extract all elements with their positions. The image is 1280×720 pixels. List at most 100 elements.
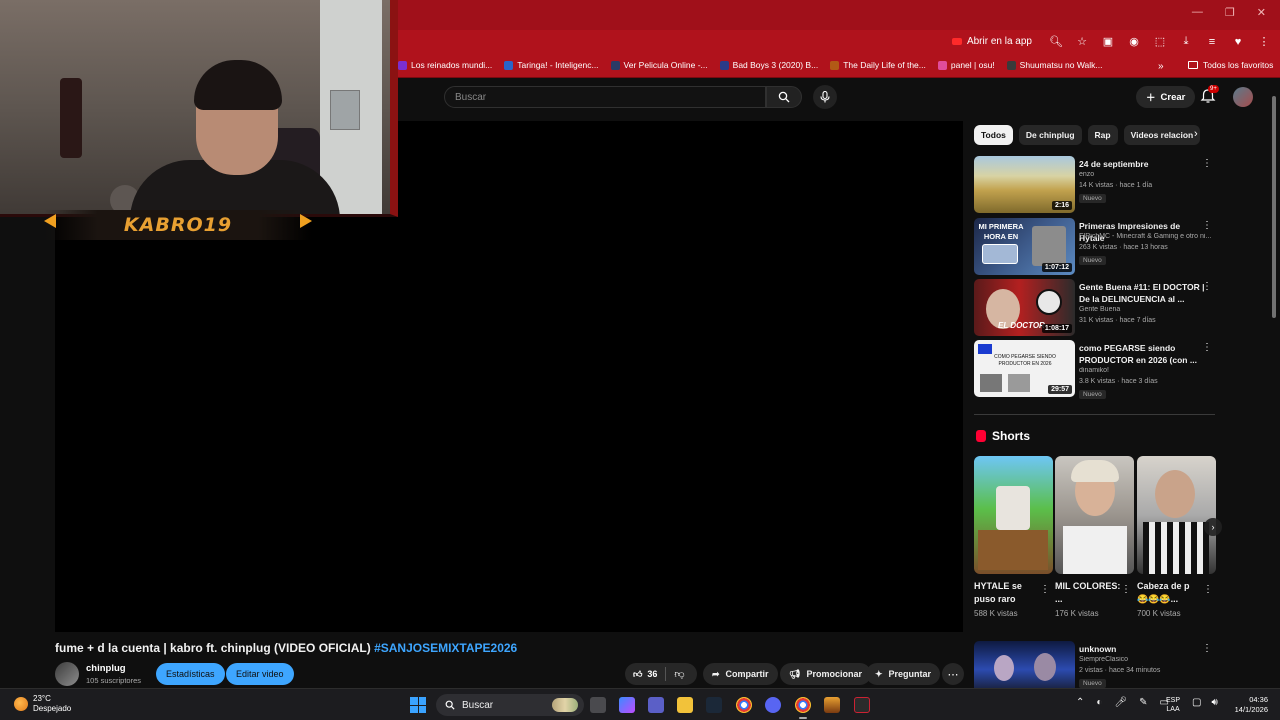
minimize-button[interactable]: — [1192,6,1203,19]
bookmark-item[interactable]: Bad Boys 3 (2020) B... [719,60,818,70]
extension-shield-icon[interactable]: ◉ [1126,34,1142,50]
more-vertical-icon[interactable]: ⋮ [1202,220,1212,231]
chips-next-icon[interactable]: › [1194,128,1198,140]
more-vertical-icon[interactable]: ⋮ [1202,281,1212,292]
more-vertical-icon[interactable]: ⋮ [1203,584,1213,595]
more-actions-button[interactable]: ⋯ [942,663,964,685]
shorts-next-button[interactable]: › [1204,518,1222,536]
bookmark-item[interactable]: The Daily Life of the... [830,60,926,70]
chrome-icon[interactable] [736,697,752,713]
like-button[interactable]: 👍︎ 36 [625,667,667,681]
discord-icon[interactable] [765,697,781,713]
video-thumbnail[interactable]: MI PRIMERA HORA EN 1:07:12 [974,218,1075,275]
copilot-icon[interactable] [619,697,635,713]
chip-3[interactable]: Videos relacion [1123,125,1201,145]
short-title[interactable]: Cabeza de p 😂😂😂... [1137,580,1203,606]
chip-2[interactable]: Rap [1087,125,1118,145]
more-vertical-icon[interactable]: ⋮ [1202,342,1212,353]
task-view-icon[interactable] [590,697,606,713]
more-bookmarks-icon[interactable]: » [1158,61,1164,72]
game-launcher-icon[interactable] [824,697,840,713]
short-thumbnail[interactable] [1137,456,1216,574]
rec-title[interactable]: Gente Buena #11: El DOCTOR | De la DELIN… [1079,281,1207,305]
bookmark-item[interactable]: Taringa! - Inteligenc... [504,60,599,70]
create-button[interactable]: ＋ Crear [1136,86,1196,108]
tray-pen-icon[interactable]: ✎ [1139,697,1147,708]
account-avatar[interactable] [1233,87,1253,107]
video-thumbnail[interactable]: 2:16 [974,156,1075,213]
video-hashtag[interactable]: #SANJOSEMIXTAPE2026 [374,641,517,655]
voice-search-button[interactable] [813,85,837,109]
tray-mic-icon[interactable]: 🎤︎ [1114,697,1127,708]
rec-title[interactable]: Primeras Impresiones de Hytale [1079,220,1207,244]
profile-shield-icon[interactable]: ♥ [1230,34,1246,50]
promote-button[interactable]: 📢︎ Promocionar [780,663,871,685]
obs-icon[interactable] [854,697,870,713]
dislike-button[interactable]: 👎︎ [666,668,684,680]
recommendation-item[interactable]: MI PRIMERA HORA EN 1:07:12 Primeras Impr… [974,218,1216,276]
bookmark-star-icon[interactable]: ☆ [1074,34,1090,50]
weather-widget[interactable]: 23°C Despejado [14,694,71,714]
rec-title[interactable]: unknown [1079,643,1207,655]
extensions-puzzle-icon[interactable]: ⬚ [1152,34,1168,50]
browser-menu-icon[interactable]: ⋮ [1256,34,1272,50]
chip-1[interactable]: De chinplug [1018,125,1082,145]
video-thumbnail[interactable] [974,641,1075,688]
video-thumbnail[interactable]: EL DOCTOR 1:08:17 [974,279,1075,336]
recommendation-item[interactable]: 2:16 24 de septiembre enzo 14 K vistas ·… [974,156,1216,214]
bookmark-item[interactable]: Ver Pelicula Online -... [610,60,708,70]
all-bookmarks-button[interactable]: Todos los favoritos [1188,60,1273,70]
bookmark-item[interactable]: Shuumatsu no Walk... [1006,60,1103,70]
rec-channel[interactable]: SiempreClasico [1079,656,1214,663]
recommendation-item[interactable]: COMO PEGARSE SIENDO PRODUCTOR EN 2026 29… [974,340,1216,399]
search-input[interactable]: Buscar [444,86,766,108]
stats-button[interactable]: Estadísticas [156,663,225,685]
taskbar-search[interactable]: Buscar [436,694,584,716]
maximize-button[interactable]: ❐ [1225,6,1235,19]
thumbnail-logo [978,344,992,354]
rec-title[interactable]: 24 de septiembre [1079,158,1207,170]
scrollbar-thumb[interactable] [1272,96,1276,318]
recommendation-item[interactable]: EL DOCTOR 1:08:17 Gente Buena #11: El DO… [974,279,1216,337]
channel-name[interactable]: chinplug [86,663,126,674]
short-thumbnail[interactable] [1055,456,1134,574]
more-vertical-icon[interactable]: ⋮ [1121,584,1131,595]
share-button[interactable]: ➦ Compartir [703,663,778,685]
more-vertical-icon[interactable]: ⋮ [1202,643,1212,654]
extension-youtube-icon[interactable]: ▣ [1100,34,1116,50]
more-vertical-icon[interactable]: ⋮ [1040,584,1050,595]
rec-channel[interactable]: dinamiko! [1079,367,1214,374]
ask-button[interactable]: ✦ Preguntar [866,663,941,685]
file-explorer-icon[interactable] [677,697,693,713]
rec-channel[interactable]: enzo [1079,171,1214,178]
rec-channel[interactable]: Gente Buena [1079,306,1214,313]
steam-icon[interactable] [706,697,722,713]
short-title[interactable]: HYTALE se puso raro [974,580,1040,606]
bookmark-item[interactable]: panel | osu! [937,60,995,70]
quick-settings[interactable]: ▢ 🔊︎ [1192,697,1218,708]
show-hidden-icons-icon[interactable]: ⌃ [1076,697,1084,708]
more-vertical-icon[interactable]: ⋮ [1202,158,1212,169]
windows-start-icon[interactable] [410,697,426,713]
edit-video-button[interactable]: Editar video [226,663,294,685]
keyboard-language[interactable]: ESP LAA [1166,696,1180,714]
video-thumbnail[interactable]: COMO PEGARSE SIENDO PRODUCTOR EN 2026 29… [974,340,1075,397]
reading-list-icon[interactable]: ≡ [1204,34,1220,50]
rec-channel[interactable]: ElRichMC - Minecraft & Gaming e otro ni.… [1079,233,1214,240]
search-button[interactable] [766,86,802,108]
chrome-active-icon[interactable] [795,697,811,719]
rec-title[interactable]: como PEGARSE siendo PRODUCTOR en 2026 (c… [1079,342,1207,366]
recommendation-item[interactable]: unknown SiempreClasico 2 vistas · hace 3… [974,641,1216,688]
zoom-icon[interactable]: 🔍︎ [1048,34,1064,50]
channel-avatar[interactable] [55,662,79,686]
tray-app-icon[interactable]: ◐ [1096,697,1102,708]
bookmark-item[interactable]: Los reinados mundi... [398,60,492,70]
open-in-app-button[interactable]: Abrir en la app [946,33,1038,50]
chip-0[interactable]: Todos [974,125,1013,145]
close-button[interactable]: ✕ [1257,6,1266,19]
short-title[interactable]: MIL COLORES: ... [1055,580,1123,606]
teams-icon[interactable] [648,697,664,713]
download-icon[interactable]: ⤓ [1178,34,1194,50]
short-thumbnail[interactable] [974,456,1053,574]
system-clock[interactable]: 04:36 14/1/2026 [1228,695,1268,715]
